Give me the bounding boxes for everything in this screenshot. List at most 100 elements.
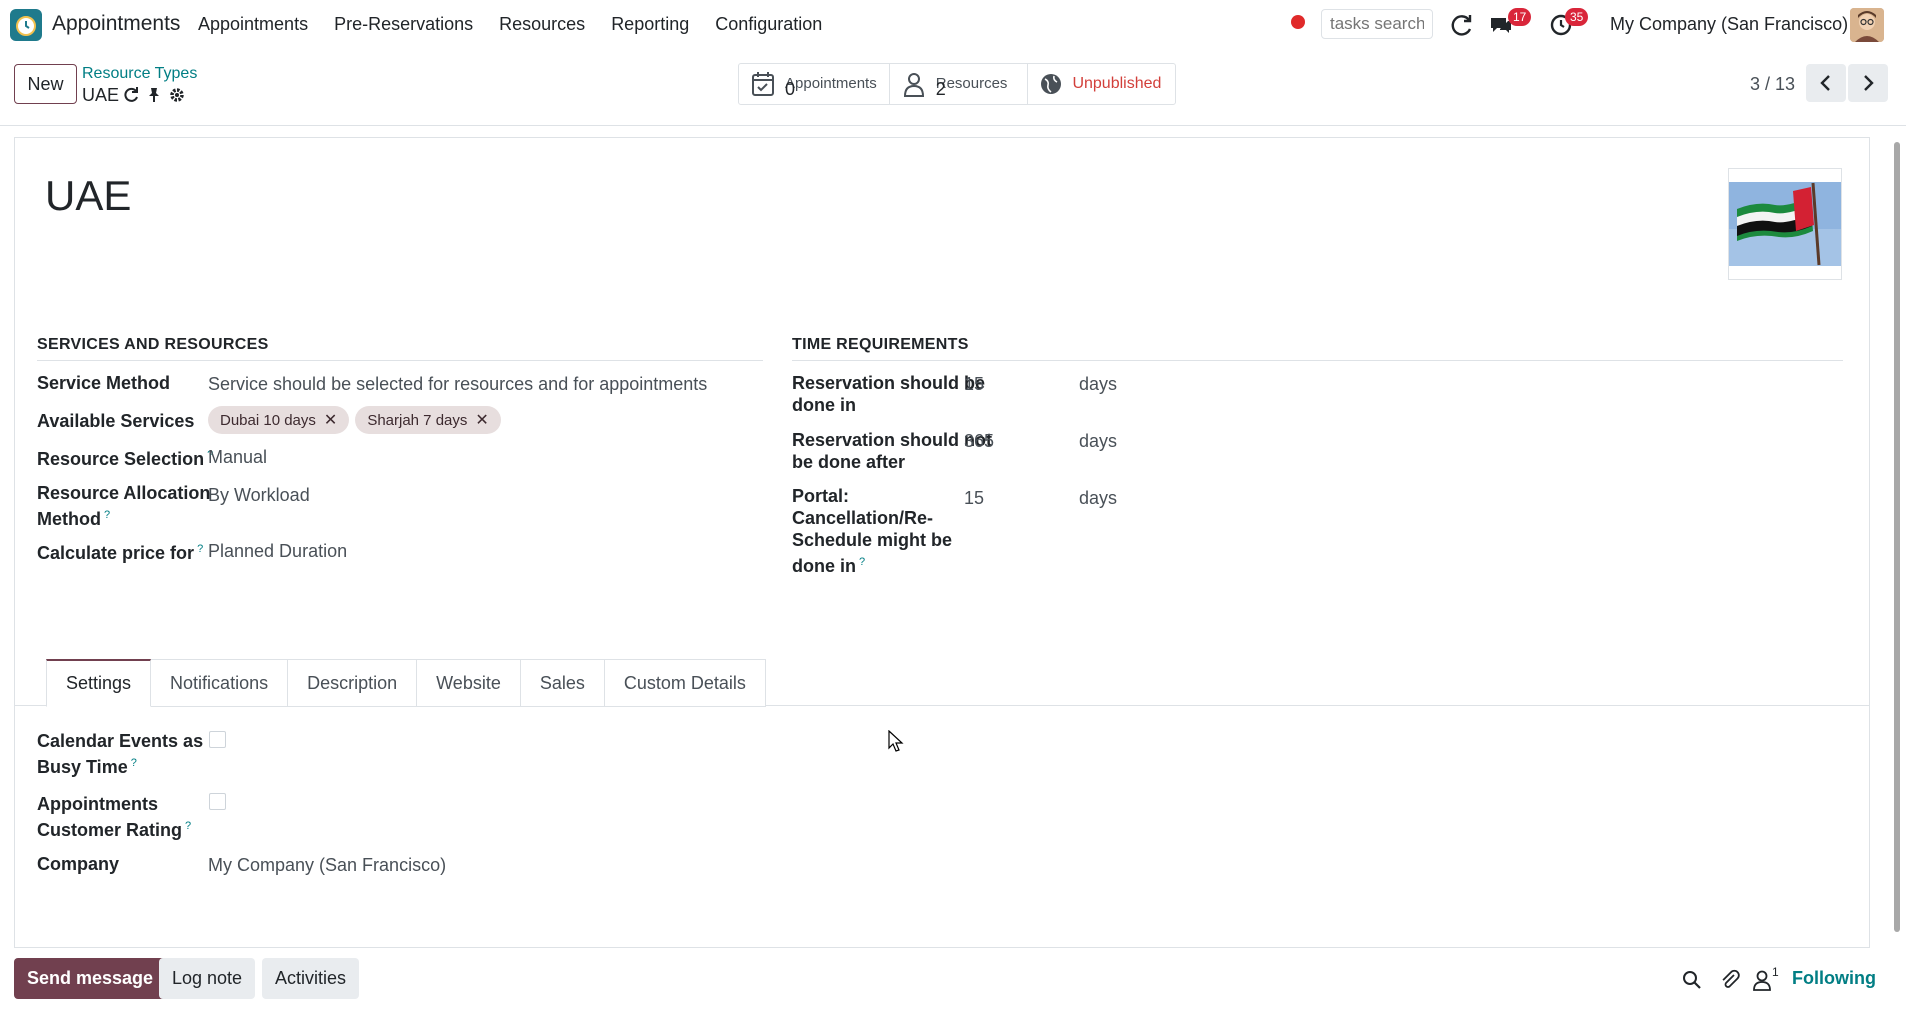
remove-tag-icon[interactable]: ✕ bbox=[324, 410, 337, 430]
service-tag-label: Dubai 10 days bbox=[220, 411, 316, 429]
messages-count-badge: 17 bbox=[1508, 8, 1532, 26]
form-sheet: UAE SERVICES AND RESOURCES Service Metho… bbox=[14, 137, 1870, 948]
tab-website[interactable]: Website bbox=[417, 659, 521, 707]
portal-cancel-unit: days bbox=[1079, 488, 1118, 508]
help-tooltip-icon[interactable]: ? bbox=[859, 556, 865, 568]
reservation-done-in-label-line2: done in bbox=[792, 395, 856, 415]
service-method-value[interactable]: Service should be selected for resources… bbox=[208, 371, 707, 397]
scrollbar-thumb[interactable] bbox=[1894, 142, 1900, 932]
activities-button[interactable]: Activities bbox=[262, 958, 360, 999]
resources-smart-value: 2 bbox=[935, 79, 946, 99]
page-scrollbar[interactable] bbox=[1892, 132, 1902, 932]
activities-count-badge: 35 bbox=[1565, 8, 1589, 26]
resource-selection-label: Resource Selection? bbox=[37, 449, 214, 469]
calendar-check-icon bbox=[752, 72, 774, 96]
menu-reporting[interactable]: Reporting bbox=[611, 14, 689, 35]
pager-next-button[interactable] bbox=[1848, 64, 1888, 102]
unpublished-status: Unpublished bbox=[1072, 75, 1162, 92]
service-tag: Dubai 10 days ✕ bbox=[208, 406, 350, 434]
help-tooltip-icon[interactable]: ? bbox=[197, 543, 203, 555]
time-requirements-heading: TIME REQUIREMENTS bbox=[792, 336, 1843, 361]
notebook-tabs: Settings Notifications Description Websi… bbox=[46, 659, 766, 707]
log-note-button[interactable]: Log note bbox=[159, 958, 256, 999]
resources-smart-button[interactable]: Resources 2 bbox=[890, 64, 1029, 104]
menu-appointments[interactable]: Appointments bbox=[198, 14, 308, 35]
menu-resources[interactable]: Resources bbox=[499, 14, 585, 35]
main-menu: Appointments Pre-Reservations Resources … bbox=[198, 14, 822, 35]
publish-toggle-button[interactable]: Unpublished bbox=[1028, 64, 1175, 104]
allocation-method-label-line2: Method? bbox=[37, 509, 111, 529]
tab-description[interactable]: Description bbox=[288, 659, 418, 707]
app-name[interactable]: Appointments bbox=[52, 12, 180, 36]
new-button[interactable]: New bbox=[14, 64, 77, 104]
record-title[interactable]: UAE bbox=[45, 172, 131, 220]
appointments-smart-label: Appointments bbox=[785, 75, 877, 92]
available-services-label: Available Services bbox=[37, 411, 195, 431]
menu-pre-reservations[interactable]: Pre-Reservations bbox=[334, 14, 473, 35]
tab-notifications[interactable]: Notifications bbox=[151, 659, 289, 707]
globe-icon bbox=[1041, 74, 1062, 94]
chevron-left-icon bbox=[1820, 75, 1830, 91]
user-avatar[interactable] bbox=[1850, 8, 1884, 42]
paperclip-icon[interactable] bbox=[1719, 969, 1741, 991]
reservation-not-after-unit: days bbox=[1079, 431, 1118, 451]
record-actions bbox=[122, 86, 186, 104]
pin-icon[interactable] bbox=[146, 87, 162, 103]
breadcrumb-resource-types[interactable]: Resource Types bbox=[82, 65, 197, 83]
mouse-cursor-icon bbox=[888, 730, 904, 752]
resources-smart-label: Resources bbox=[935, 75, 1008, 92]
breadcrumb-current-record: UAE bbox=[82, 85, 120, 105]
calculate-price-value[interactable]: Planned Duration bbox=[208, 538, 347, 564]
company-value[interactable]: My Company (San Francisco) bbox=[208, 852, 446, 878]
reservation-not-after-value[interactable]: 365 bbox=[964, 428, 994, 454]
appointments-app-icon[interactable] bbox=[10, 9, 42, 41]
pager-value[interactable]: 3 / 13 bbox=[1750, 74, 1795, 95]
gear-icon[interactable] bbox=[168, 86, 186, 104]
followers-count: 1 bbox=[1772, 965, 1779, 979]
appointments-smart-value: 0 bbox=[785, 79, 796, 99]
pager-previous-button[interactable] bbox=[1806, 64, 1846, 102]
busy-time-checkbox[interactable] bbox=[209, 731, 226, 748]
appointments-smart-button[interactable]: Appointments 0 bbox=[739, 64, 890, 104]
control-panel: New Resource Types UAE Appointments 0 Re… bbox=[0, 50, 1906, 126]
busy-time-label-line2: Busy Time? bbox=[37, 757, 137, 777]
send-message-button[interactable]: Send message bbox=[14, 958, 167, 999]
help-tooltip-icon[interactable]: ? bbox=[185, 820, 191, 832]
company-switcher[interactable]: My Company (San Francisco) bbox=[1610, 14, 1848, 35]
followers-icon[interactable] bbox=[1752, 969, 1772, 991]
search-icon[interactable] bbox=[1682, 970, 1702, 990]
tasks-search-input[interactable] bbox=[1321, 9, 1433, 39]
recording-indicator-icon[interactable] bbox=[1291, 15, 1305, 29]
reservation-done-in-unit: days bbox=[1079, 374, 1118, 394]
menu-configuration[interactable]: Configuration bbox=[715, 14, 822, 35]
customer-rating-checkbox[interactable] bbox=[209, 793, 226, 810]
chevron-right-icon bbox=[1864, 75, 1874, 91]
smart-buttons: Appointments 0 Resources 2 Unpublished bbox=[738, 63, 1177, 105]
record-image[interactable] bbox=[1728, 168, 1842, 280]
services-resources-heading: SERVICES AND RESOURCES bbox=[37, 336, 763, 361]
reservation-not-after-label-line2: be done after bbox=[792, 452, 906, 472]
service-tag: Sharjah 7 days ✕ bbox=[355, 406, 501, 434]
resource-selection-value[interactable]: Manual bbox=[208, 444, 267, 470]
tab-sales[interactable]: Sales bbox=[520, 659, 605, 707]
uae-flag-image bbox=[1729, 182, 1841, 266]
following-button[interactable]: Following bbox=[1792, 968, 1876, 989]
portal-cancel-label-line4: done in? bbox=[792, 556, 866, 576]
available-services-tags[interactable]: Dubai 10 days ✕ Sharjah 7 days ✕ bbox=[208, 406, 507, 434]
top-navbar: Appointments Appointments Pre-Reservatio… bbox=[0, 0, 1906, 50]
help-tooltip-icon[interactable]: ? bbox=[131, 757, 137, 769]
help-tooltip-icon[interactable]: ? bbox=[104, 509, 110, 521]
tab-custom-details[interactable]: Custom Details bbox=[604, 659, 766, 707]
tab-settings[interactable]: Settings bbox=[46, 659, 152, 707]
calculate-price-label: Calculate price for? bbox=[37, 543, 204, 563]
allocation-method-value[interactable]: By Workload bbox=[208, 482, 310, 508]
refresh-icon[interactable] bbox=[1449, 12, 1475, 38]
customer-rating-label-line2: Customer Rating? bbox=[37, 820, 192, 840]
chatter-bar: Send message Log note Activities 1 Follo… bbox=[0, 955, 1906, 1005]
service-tag-label: Sharjah 7 days bbox=[367, 411, 468, 429]
company-label: Company bbox=[37, 854, 120, 874]
discard-changes-icon[interactable] bbox=[122, 86, 140, 104]
reservation-done-in-value[interactable]: 15 bbox=[964, 371, 984, 397]
remove-tag-icon[interactable]: ✕ bbox=[475, 410, 488, 430]
portal-cancel-value[interactable]: 15 bbox=[964, 485, 984, 511]
